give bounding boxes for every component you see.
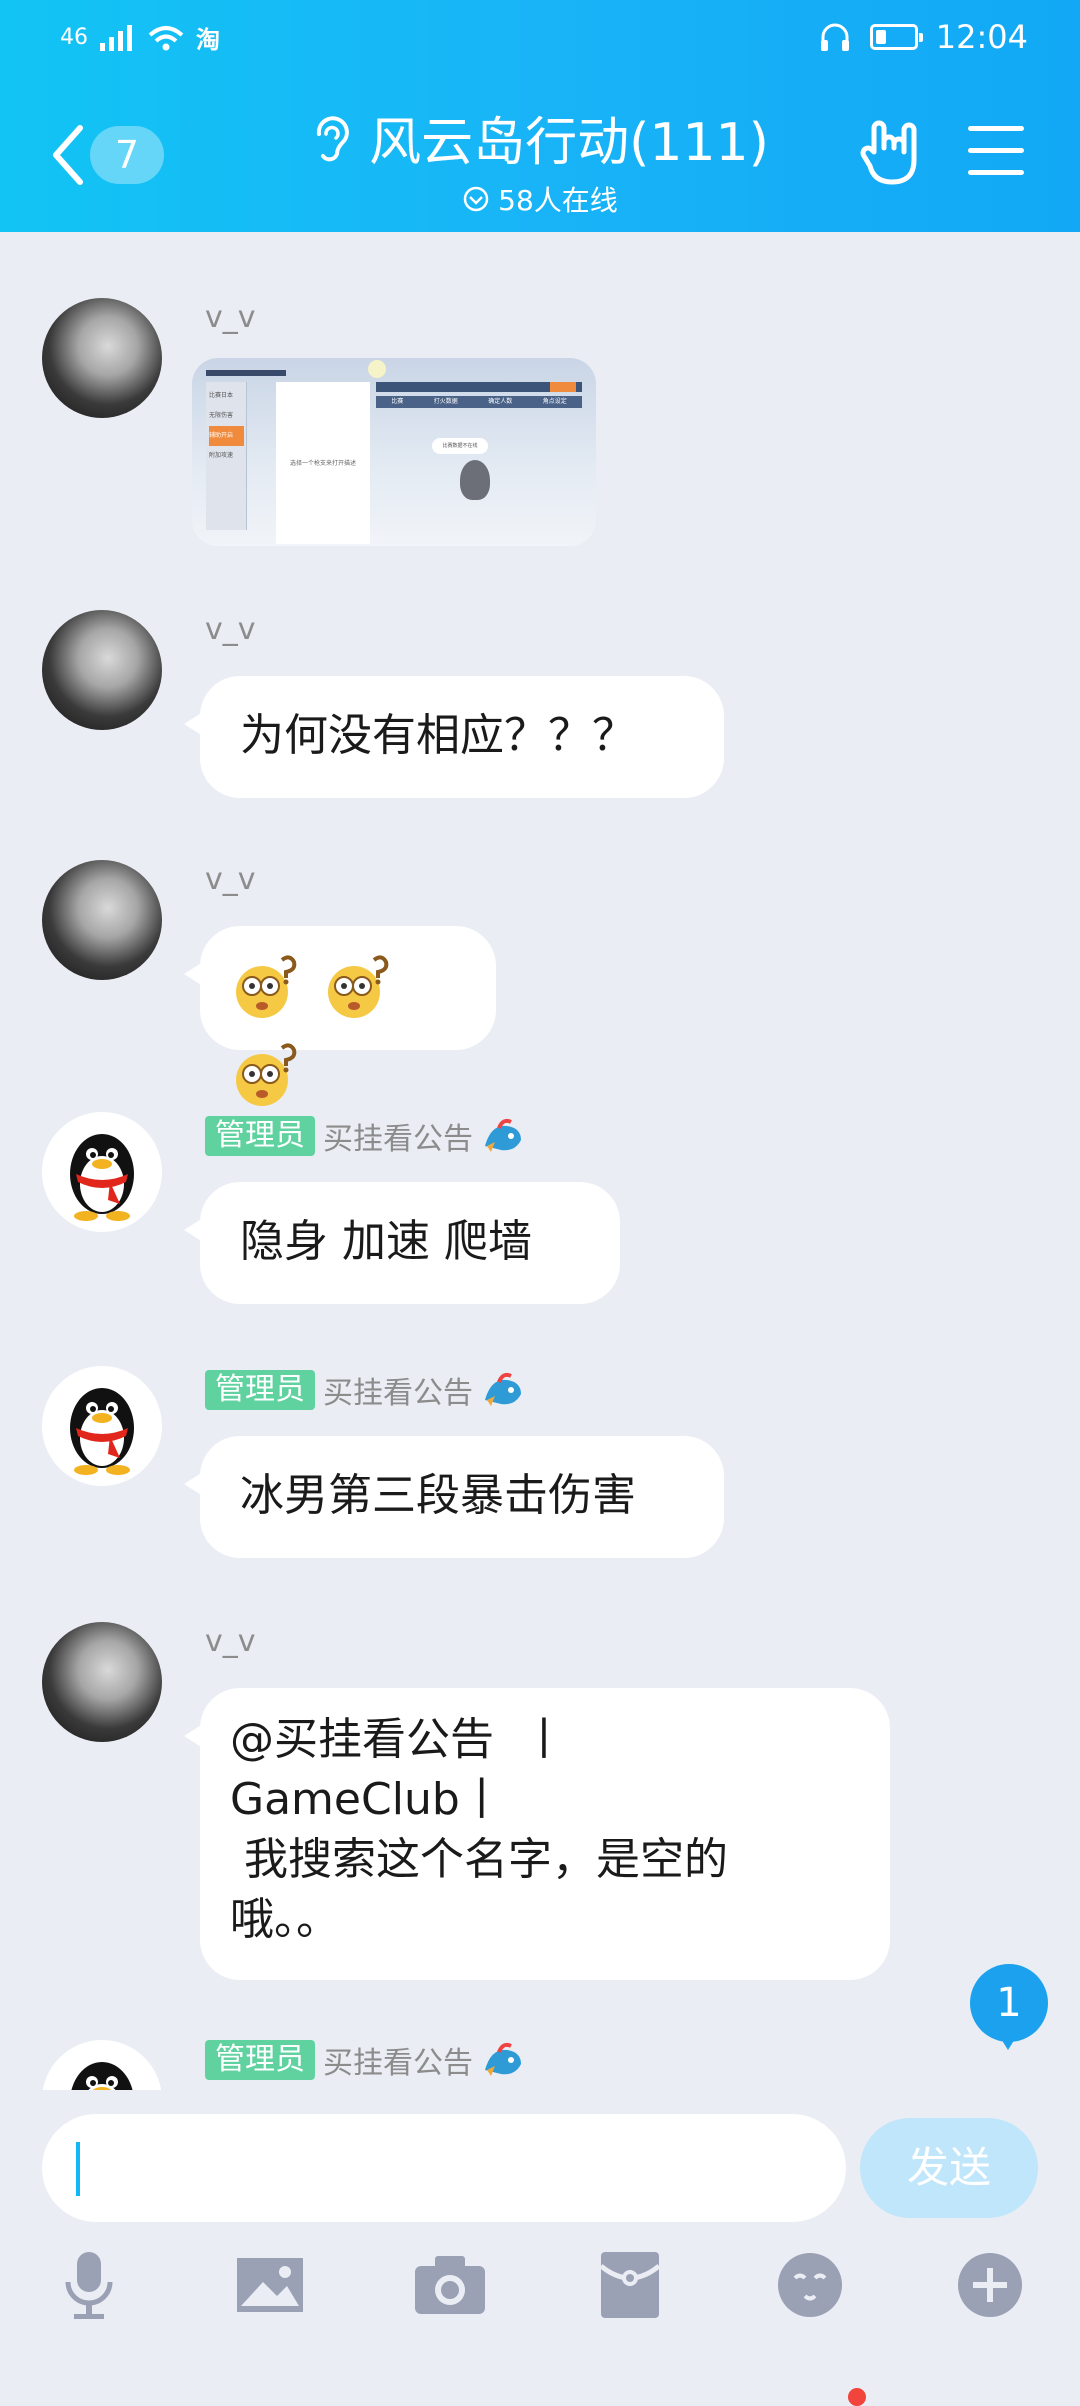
image-message[interactable]: 比赛日本 无限伤害 辅助开启 附加攻速 选择一个枪支来打开描述 比赛 打火数据 …: [192, 358, 596, 546]
clock: 12:04: [935, 18, 1028, 56]
group-title: 风云岛行动(111): [369, 113, 769, 173]
sender-name: 管理员 买挂看公告: [205, 1114, 525, 1158]
message-item: 管理员 买挂看公告 隐身 加速 爬墙: [0, 1112, 1080, 1312]
mic-icon[interactable]: [44, 2240, 134, 2330]
message-item: v_v 比赛日本 无限伤害 辅助开启 附加攻速 选择一个枪支来打开描述 比赛 打…: [0, 298, 1080, 558]
message-input[interactable]: [42, 2114, 846, 2222]
confused-face-icon: [236, 955, 297, 1018]
confused-face-icon: [328, 955, 389, 1018]
status-left: 46 淘: [60, 20, 220, 55]
camera-icon[interactable]: [405, 2240, 495, 2330]
plus-icon[interactable]: [945, 2240, 1035, 2330]
admin-badge: 管理员: [205, 1116, 315, 1156]
preview-sidebar: 比赛日本 无限伤害 辅助开启 附加攻速: [206, 382, 247, 530]
online-check-icon: [463, 186, 489, 212]
input-area: 发送: [0, 2090, 1080, 2406]
message-item: 管理员 买挂看公告: [0, 2036, 1080, 2090]
menu-icon[interactable]: [968, 126, 1024, 176]
send-button[interactable]: 发送: [860, 2118, 1038, 2218]
message-item: 管理员 买挂看公告 冰男第三段暴击伤害: [0, 1366, 1080, 1566]
headphones-icon: [820, 23, 849, 51]
image-icon[interactable]: [225, 2240, 315, 2330]
avatar[interactable]: [42, 298, 162, 418]
sender-name: 管理员 买挂看公告: [205, 1368, 525, 1412]
hand-gesture-icon[interactable]: [860, 118, 924, 188]
admin-badge: 管理员: [205, 2040, 315, 2080]
sender-name: v_v: [205, 612, 256, 647]
message-bubble[interactable]: 为何没有相应？？？: [184, 676, 724, 798]
preview-panel: 选择一个枪支来打开描述: [276, 382, 370, 544]
message-bubble[interactable]: 冰男第三段暴击伤害: [184, 1436, 724, 1558]
wifi-icon: [148, 25, 184, 50]
dragon-badge-icon: [485, 1118, 521, 1152]
status-bar: 46 淘 12:04: [0, 0, 1080, 80]
signal-icon: [100, 24, 132, 51]
avatar[interactable]: [42, 860, 162, 980]
sender-name: 管理员 买挂看公告: [205, 2038, 525, 2082]
penguin-avatar-icon[interactable]: [42, 1112, 162, 1232]
online-count: 58人在线: [498, 184, 618, 217]
message-bubble[interactable]: @买挂看公告 丨 GameClub丨 我搜索这个名字，是空的 哦。。: [184, 1688, 890, 1980]
ear-icon: [317, 115, 349, 161]
network-type: 46: [60, 25, 88, 50]
confused-face-icon: [236, 1043, 297, 1106]
avatar[interactable]: [42, 610, 162, 730]
input-toolbar: [0, 2240, 1080, 2406]
penguin-avatar-icon[interactable]: [42, 2040, 162, 2090]
message-bubble[interactable]: 隐身 加速 爬墙: [184, 1182, 620, 1304]
admin-badge: 管理员: [205, 1370, 315, 1410]
dragon-badge-icon: [485, 1372, 521, 1406]
chat-header: 46 淘 12:04 7 风云岛行动(111) 58人在线: [0, 0, 1080, 232]
status-right: 12:04: [818, 18, 1028, 56]
penguin-avatar-icon[interactable]: [42, 1366, 162, 1486]
preview-character: [460, 460, 490, 500]
message-item: v_v 为何没有相应？？？: [0, 610, 1080, 810]
carrier-app-label: 淘: [196, 26, 220, 54]
message-item: v_v @买挂看公告 丨 GameClub丨 我搜索这个名字，是空的 哦。。: [0, 1622, 1080, 1982]
battery-icon: [869, 24, 923, 50]
sender-name: v_v: [205, 1624, 256, 1659]
notification-dot: [848, 2388, 866, 2406]
message-item: v_v: [0, 860, 1080, 1106]
sender-name: v_v: [205, 300, 256, 335]
new-message-indicator[interactable]: 1: [970, 1964, 1048, 2050]
dragon-badge-icon: [485, 2042, 521, 2076]
preview-logo-bar: [206, 370, 286, 376]
avatar[interactable]: [42, 1622, 162, 1742]
preview-tabs: 比赛 打火数据 确定人数 角点设定: [376, 396, 582, 408]
sender-name: v_v: [205, 862, 256, 897]
text-caret: [76, 2142, 80, 2196]
message-bubble[interactable]: [184, 926, 496, 1106]
red-packet-icon[interactable]: [585, 2240, 675, 2330]
emoji-icon[interactable]: [765, 2240, 855, 2330]
